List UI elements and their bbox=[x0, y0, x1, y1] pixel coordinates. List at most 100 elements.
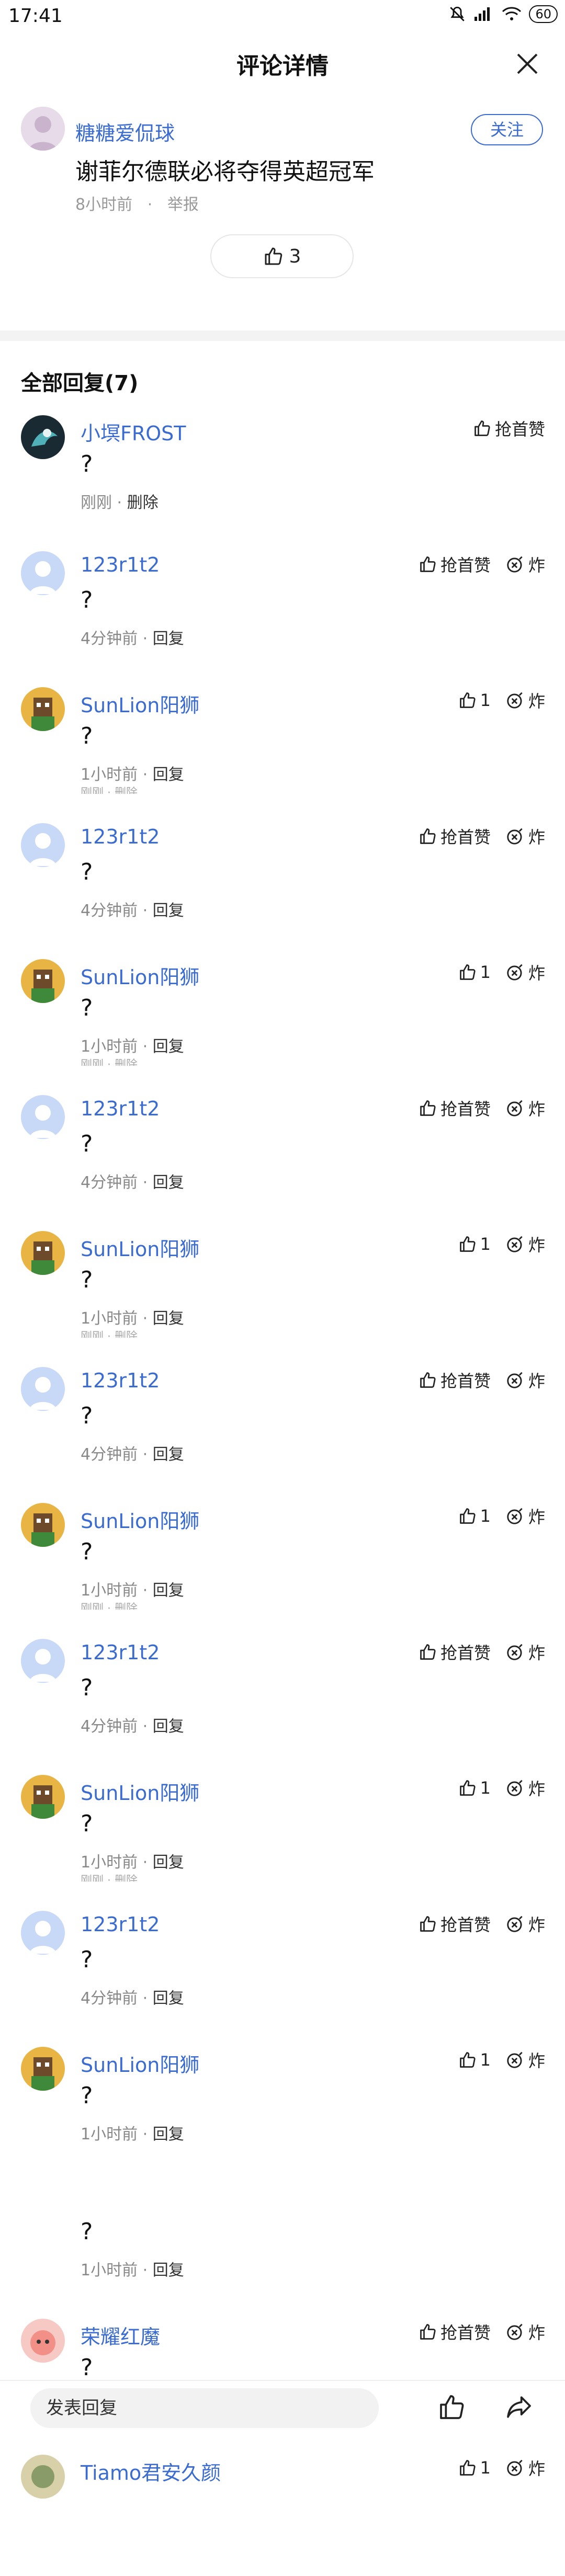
bomb-button[interactable]: 炸 bbox=[505, 824, 545, 848]
reply-meta: 1小时前 · 回复 bbox=[81, 766, 184, 784]
like-label: 1 bbox=[480, 1506, 491, 1526]
avatar[interactable] bbox=[21, 1911, 65, 1955]
avatar[interactable] bbox=[21, 415, 65, 459]
reply-action-link[interactable]: 回复 bbox=[153, 1581, 184, 1600]
close-icon[interactable] bbox=[513, 49, 542, 78]
avatar[interactable] bbox=[21, 687, 65, 731]
reply-author[interactable]: 123r1t2 bbox=[81, 1641, 160, 1664]
reply-author[interactable]: Tiamo君安久颜 bbox=[81, 2457, 221, 2486]
like-button[interactable]: 抢首赞 bbox=[473, 416, 545, 440]
like-button[interactable]: 1 bbox=[458, 2050, 491, 2070]
like-button[interactable]: 抢首赞 bbox=[419, 1640, 491, 1664]
bomb-button[interactable]: 炸 bbox=[505, 1096, 545, 1120]
like-button[interactable]: 抢首赞 bbox=[419, 2320, 491, 2344]
like-button[interactable]: 抢首赞 bbox=[419, 1368, 491, 1392]
reply-author[interactable]: 123r1t2 bbox=[81, 1913, 160, 1936]
avatar[interactable] bbox=[21, 1775, 65, 1819]
like-button[interactable]: 3 bbox=[210, 234, 354, 278]
reply-author[interactable]: 荣耀红魔 bbox=[81, 2321, 160, 2350]
like-button[interactable]: 1 bbox=[458, 690, 491, 710]
bomb-button[interactable]: 炸 bbox=[505, 1776, 545, 1800]
like-button[interactable]: 抢首赞 bbox=[419, 552, 491, 576]
reply-time: 4分钟前 bbox=[81, 1989, 138, 2008]
bomb-button[interactable]: 炸 bbox=[505, 1504, 545, 1528]
thumbs-up-icon bbox=[458, 2458, 477, 2477]
reply-action-link[interactable]: 回复 bbox=[153, 1717, 184, 1736]
avatar[interactable] bbox=[21, 2047, 65, 2091]
reply-author[interactable]: SunLion阳狮 bbox=[81, 961, 199, 990]
reply-author[interactable]: SunLion阳狮 bbox=[81, 1233, 199, 1262]
reply-author[interactable]: 123r1t2 bbox=[81, 825, 160, 848]
reply-action-link[interactable]: 回复 bbox=[153, 1309, 184, 1328]
bomb-button[interactable]: 炸 bbox=[505, 688, 545, 712]
follow-button[interactable]: 关注 bbox=[471, 114, 543, 145]
nested-reply-meta: 刚刚 · 删除 bbox=[81, 1330, 138, 1338]
thumbs-up-icon bbox=[458, 691, 477, 710]
reply-action-link[interactable]: 回复 bbox=[153, 2261, 184, 2279]
like-label: 1 bbox=[480, 1778, 491, 1798]
reply-content: ? bbox=[81, 723, 93, 749]
avatar[interactable] bbox=[21, 551, 65, 595]
reply-author[interactable]: 小塓FROST bbox=[81, 417, 186, 446]
like-button[interactable]: 抢首赞 bbox=[419, 1096, 491, 1120]
reply-author[interactable]: SunLion阳狮 bbox=[81, 689, 199, 718]
reply-action-link[interactable]: 删除 bbox=[127, 494, 159, 512]
avatar[interactable] bbox=[21, 1503, 65, 1547]
reply-action-link[interactable]: 回复 bbox=[153, 1173, 184, 1192]
reply-author[interactable]: SunLion阳狮 bbox=[81, 1777, 199, 1806]
report-link[interactable]: 举报 bbox=[167, 196, 199, 214]
like-button[interactable]: 1 bbox=[458, 1506, 491, 1526]
bomb-button[interactable]: 炸 bbox=[505, 2456, 545, 2480]
reply-actions: 抢首赞 炸 bbox=[419, 1096, 545, 1120]
reply-action-link[interactable]: 回复 bbox=[153, 630, 184, 648]
reply-action-link[interactable]: 回复 bbox=[153, 766, 184, 784]
bomb-icon bbox=[505, 1098, 525, 1118]
like-button[interactable]: 抢首赞 bbox=[419, 824, 491, 848]
reply-author[interactable]: 123r1t2 bbox=[81, 1369, 160, 1392]
bomb-button[interactable]: 炸 bbox=[505, 960, 545, 984]
reply-action-link[interactable]: 回复 bbox=[153, 1989, 184, 2008]
reply-action-link[interactable]: 回复 bbox=[153, 1038, 184, 1056]
bomb-button[interactable]: 炸 bbox=[505, 2320, 545, 2344]
reply-actions: 1炸 bbox=[458, 688, 545, 712]
avatar[interactable] bbox=[21, 1095, 65, 1139]
avatar[interactable] bbox=[21, 1231, 65, 1275]
share-icon[interactable] bbox=[504, 2392, 536, 2424]
like-button[interactable]: 1 bbox=[458, 1778, 491, 1798]
avatar[interactable] bbox=[21, 107, 65, 151]
avatar[interactable] bbox=[21, 1367, 65, 1411]
reply-content: ? bbox=[81, 1403, 93, 1429]
reply-action-link[interactable]: 回复 bbox=[153, 2125, 184, 2144]
bomb-button[interactable]: 炸 bbox=[505, 1368, 545, 1392]
reply-action-link[interactable]: 回复 bbox=[153, 1445, 184, 1464]
like-button[interactable]: 抢首赞 bbox=[419, 1912, 491, 1936]
bomb-button[interactable]: 炸 bbox=[505, 2048, 545, 2072]
thumbs-up-icon bbox=[473, 419, 492, 438]
reply-input[interactable]: 发表回复 bbox=[30, 2388, 379, 2428]
like-button[interactable]: 1 bbox=[458, 962, 491, 982]
reply-author[interactable]: SunLion阳狮 bbox=[81, 2049, 199, 2078]
avatar[interactable] bbox=[21, 2455, 65, 2499]
bomb-button[interactable]: 炸 bbox=[505, 1912, 545, 1936]
avatar[interactable] bbox=[21, 1639, 65, 1683]
reply-author[interactable]: 123r1t2 bbox=[81, 553, 160, 576]
like-button[interactable]: 1 bbox=[458, 1234, 491, 1254]
bomb-button[interactable]: 炸 bbox=[505, 552, 545, 576]
avatar[interactable] bbox=[21, 823, 65, 867]
reply-action-link[interactable]: 回复 bbox=[153, 1853, 184, 1872]
bomb-button[interactable]: 炸 bbox=[505, 1640, 545, 1664]
reply-author[interactable]: 123r1t2 bbox=[81, 1097, 160, 1120]
avatar[interactable] bbox=[21, 959, 65, 1003]
reply-time: 4分钟前 bbox=[81, 902, 138, 920]
author-name[interactable]: 糖糖爱侃球 bbox=[75, 117, 175, 146]
bomb-label: 炸 bbox=[528, 2459, 545, 2479]
like-button[interactable]: 1 bbox=[458, 2458, 491, 2478]
thumbs-up-icon bbox=[419, 827, 437, 846]
reply-actions: 1炸 bbox=[458, 960, 545, 984]
reply-action-link[interactable]: 回复 bbox=[153, 902, 184, 920]
reply-author[interactable]: SunLion阳狮 bbox=[81, 1505, 199, 1534]
reply-item: SunLion阳狮? 1小时前 · 回复 刚刚 · 删除 1 炸 bbox=[0, 944, 565, 1080]
bomb-button[interactable]: 炸 bbox=[505, 1232, 545, 1256]
avatar[interactable] bbox=[21, 2319, 65, 2363]
thumbs-up-icon[interactable] bbox=[437, 2392, 469, 2424]
